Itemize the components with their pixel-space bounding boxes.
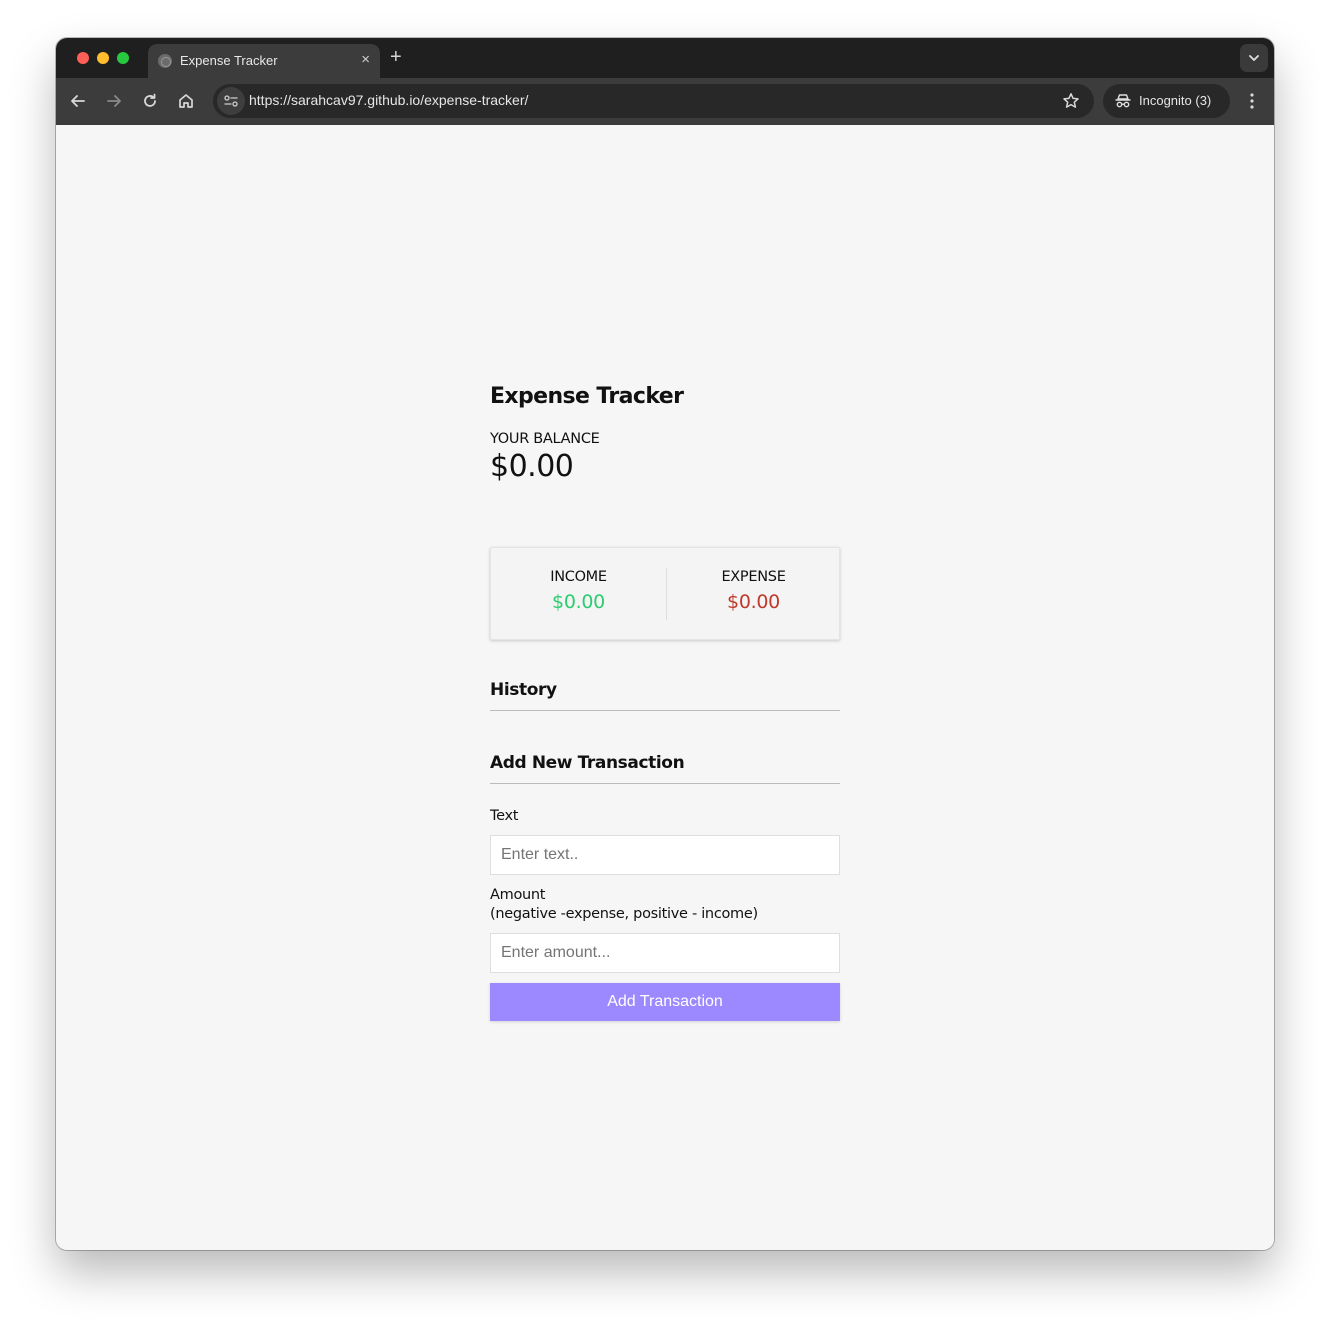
amount-field-label: Amount (negative -expense, positive - in… [490, 886, 758, 924]
text-field-label: Text [490, 808, 519, 824]
add-transaction-heading: Add New Transaction [490, 753, 840, 784]
home-button[interactable] [176, 91, 196, 111]
page-title: Expense Tracker [490, 384, 684, 409]
income-column: INCOME $0.00 [491, 548, 666, 641]
incognito-label: Incognito (3) [1139, 93, 1212, 108]
tab-search-button[interactable] [1240, 44, 1268, 72]
bookmark-star-icon [1063, 93, 1079, 108]
bookmark-button[interactable] [1062, 92, 1080, 115]
incognito-indicator[interactable]: Incognito (3) [1103, 84, 1230, 118]
close-window-button[interactable] [77, 52, 89, 64]
income-label: INCOME [550, 569, 607, 585]
globe-icon [158, 54, 172, 68]
chevron-down-icon [1249, 55, 1259, 61]
site-info-icon [224, 95, 238, 107]
minimize-window-button[interactable] [97, 52, 109, 64]
amount-label-title: Amount [490, 887, 546, 903]
income-expense-card: INCOME $0.00 EXPENSE $0.00 [490, 547, 840, 640]
maximize-window-button[interactable] [117, 52, 129, 64]
income-value: $0.00 [552, 591, 605, 613]
forward-button[interactable] [104, 91, 124, 111]
forward-icon [107, 95, 121, 107]
history-heading: History [490, 680, 840, 711]
browser-menu-button[interactable] [1244, 91, 1260, 116]
back-icon [71, 95, 85, 107]
browser-toolbar: https://sarahcav97.github.io/expense-tra… [56, 78, 1274, 125]
reload-button[interactable] [140, 91, 160, 111]
address-bar[interactable]: https://sarahcav97.github.io/expense-tra… [213, 84, 1094, 118]
expense-value: $0.00 [727, 591, 780, 613]
tab-title: Expense Tracker [180, 53, 278, 68]
text-input[interactable] [490, 835, 840, 875]
tab-expense-tracker[interactable]: Expense Tracker × [148, 44, 380, 78]
site-info-button[interactable] [217, 87, 245, 115]
tab-close-icon[interactable]: × [361, 51, 370, 69]
add-transaction-button[interactable]: Add Transaction [490, 983, 840, 1021]
history-list [490, 713, 840, 714]
new-tab-button[interactable]: + [390, 46, 402, 68]
amount-input[interactable] [490, 933, 840, 973]
url-text[interactable]: https://sarahcav97.github.io/expense-tra… [249, 92, 528, 108]
expense-column: EXPENSE $0.00 [666, 548, 841, 641]
expense-label: EXPENSE [721, 569, 786, 585]
home-icon [179, 94, 193, 108]
amount-label-hint: (negative -expense, positive - income) [490, 906, 758, 922]
menu-icon [1250, 93, 1254, 109]
browser-window: Expense Tracker × + https://sarahcav97.g… [56, 38, 1274, 1250]
incognito-icon [1115, 94, 1131, 108]
balance-value: $0.00 [490, 449, 574, 484]
tab-strip: Expense Tracker × + [56, 38, 1274, 78]
back-button[interactable] [68, 91, 88, 111]
reload-icon [144, 93, 156, 107]
page-content: Expense Tracker YOUR BALANCE $0.00 INCOM… [56, 125, 1274, 1250]
balance-label: YOUR BALANCE [490, 431, 600, 447]
